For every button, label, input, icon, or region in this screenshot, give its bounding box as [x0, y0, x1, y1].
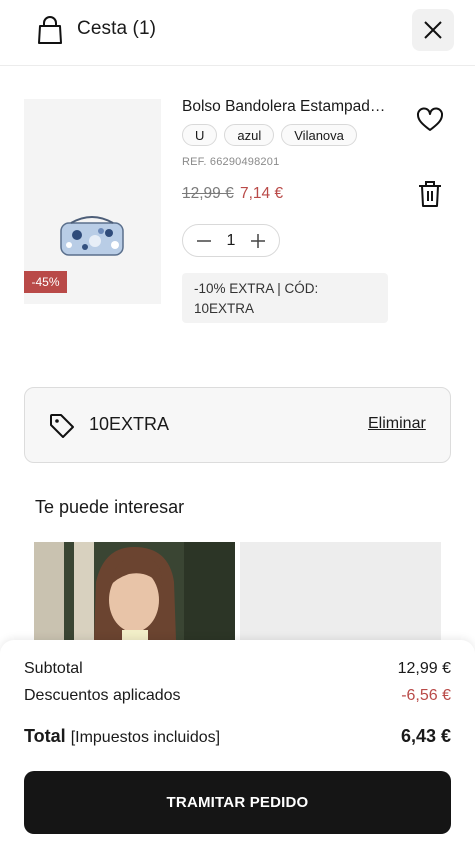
promo-line-2: 10EXTRA [194, 301, 255, 316]
product-image[interactable]: -45% [24, 99, 161, 304]
subtotal-label: Subtotal [24, 660, 83, 677]
discounts-label: Descuentos aplicados [24, 687, 181, 704]
cart-header: Cesta (1) [0, 0, 475, 66]
minus-icon [197, 239, 211, 242]
checkout-button[interactable]: TRAMITAR PEDIDO [24, 771, 451, 834]
delete-item-button[interactable] [417, 179, 443, 209]
subtotal-value: 12,99 € [397, 660, 451, 677]
total-value: 6,43 € [400, 726, 451, 746]
color-chip: azul [224, 124, 275, 146]
remove-coupon-link[interactable]: Eliminar [368, 415, 426, 433]
applied-coupon: 10EXTRA Eliminar [24, 387, 451, 463]
increase-quantity-button[interactable] [249, 232, 267, 250]
quantity-value: 1 [226, 231, 236, 249]
close-icon [424, 21, 442, 39]
original-price: 12,99 € [182, 185, 234, 202]
discount-badge: -45% [24, 271, 67, 293]
order-summary: Subtotal 12,99 € Descuentos aplicados -6… [0, 640, 475, 856]
sale-price: 7,14 € [240, 185, 284, 202]
subtotal-row: Subtotal 12,99 € [24, 660, 451, 678]
discounts-value: -6,56 € [401, 687, 451, 704]
wishlist-button[interactable] [416, 106, 444, 134]
product-attributes: U azul Vilanova [182, 124, 357, 146]
product-bag-thumbnail [60, 216, 124, 256]
heart-icon [417, 107, 443, 131]
total-label: Total [24, 726, 66, 746]
decrease-quantity-button[interactable] [195, 232, 213, 250]
taxes-note: [Impuestos incluidos] [70, 729, 221, 746]
promo-line-1: -10% EXTRA | CÓD: [194, 281, 319, 296]
size-chip: U [182, 124, 218, 146]
recommendations-title: Te puede interesar [35, 497, 185, 517]
close-button[interactable] [412, 9, 454, 51]
coupon-code: 10EXTRA [89, 414, 170, 434]
plus-icon [251, 233, 265, 248]
shopping-bag-icon [38, 16, 62, 44]
cart-title: Cesta (1) [77, 18, 157, 39]
promo-message: -10% EXTRA | CÓD: 10EXTRA [182, 273, 388, 323]
model-photo [34, 542, 235, 640]
discounts-row: Descuentos aplicados -6,56 € [24, 687, 451, 705]
quantity-stepper: 1 [182, 224, 280, 257]
tag-icon [50, 414, 74, 438]
product-name[interactable]: Bolso Bandolera Estampad… [182, 98, 394, 116]
recommendation-card[interactable] [34, 542, 235, 640]
total-row: Total [Impuestos incluidos] 6,43 € [24, 726, 451, 747]
brand-chip: Vilanova [281, 124, 357, 146]
recommendation-card-placeholder[interactable] [240, 542, 441, 640]
trash-icon [419, 181, 441, 207]
product-reference: REF. 66290498201 [182, 156, 280, 168]
